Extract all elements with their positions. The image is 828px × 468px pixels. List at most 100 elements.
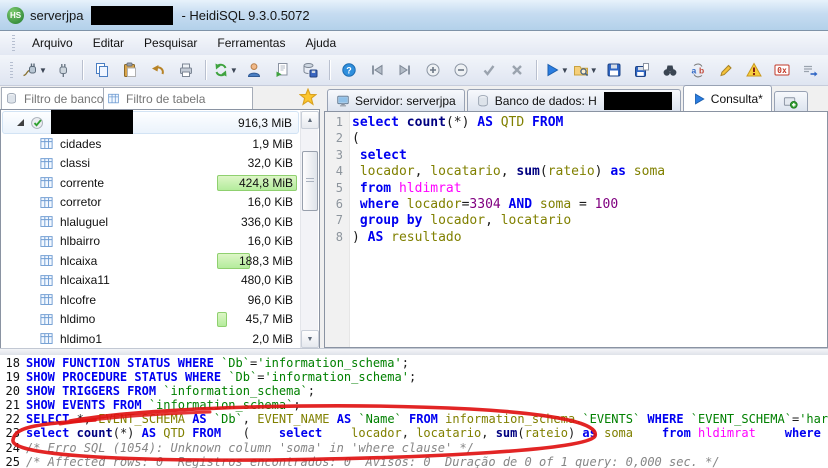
load-sql-file-button[interactable]: ▼	[572, 58, 599, 82]
table-size: 2,0 MiB	[252, 332, 293, 346]
toolbar-separator	[205, 60, 206, 80]
connected-database-icon	[30, 115, 45, 130]
help-button[interactable]	[336, 58, 362, 82]
menu-pesquisar[interactable]: Pesquisar	[134, 33, 207, 53]
tree-scrollbar[interactable]: ▲ ▼	[300, 111, 318, 348]
code-line-2: 2(	[325, 131, 827, 147]
tree-root-database[interactable]: 916,3 MiB	[2, 111, 299, 134]
print-icon	[178, 62, 194, 78]
table-icon	[107, 92, 120, 105]
disconnect-icon	[55, 62, 71, 78]
paste-button[interactable]	[117, 58, 143, 82]
run-query-button[interactable]: ▼	[543, 58, 570, 82]
copy-button[interactable]	[89, 58, 115, 82]
tree-row-hlcaixa11[interactable]: hlcaixa11480,0 KiB	[1, 271, 319, 291]
table-size: 96,0 KiB	[248, 293, 293, 307]
discard-button[interactable]	[504, 58, 530, 82]
code-line-3: 3 select	[325, 148, 827, 164]
window-title-suffix: - HeidiSQL 9.3.0.5072	[181, 8, 309, 23]
tree-expand-icon[interactable]	[17, 119, 24, 126]
apply-button[interactable]	[476, 58, 502, 82]
toolbar-grip[interactable]	[10, 62, 13, 78]
menu-arquivo[interactable]: Arquivo	[22, 33, 83, 53]
table-size: 16,0 KiB	[248, 234, 293, 248]
last-row-button[interactable]	[392, 58, 418, 82]
stop-on-errors-button[interactable]	[741, 58, 767, 82]
tree-row-hlaluguel[interactable]: hlaluguel336,0 KiB	[1, 212, 319, 232]
table-filter-input[interactable]	[124, 91, 249, 107]
menu-ajuda[interactable]: Ajuda	[295, 33, 346, 53]
scroll-down-icon[interactable]: ▼	[301, 330, 319, 348]
sql-editor[interactable]: 1select count(*) AS QTD FROM2(3 select4 …	[324, 111, 828, 348]
first-row-button[interactable]	[364, 58, 390, 82]
toolbar-separator	[329, 60, 330, 80]
toolbar-grip[interactable]	[12, 35, 15, 51]
save-sql-as-button[interactable]	[629, 58, 655, 82]
favorites-star-icon[interactable]	[299, 88, 317, 106]
tab-server[interactable]: Servidor: serverjpa	[327, 89, 465, 111]
discard-icon	[509, 62, 525, 78]
tree-row-hldimo[interactable]: hldimo45,7 MiB	[1, 310, 319, 330]
table-size: 336,0 KiB	[241, 215, 293, 229]
query-play-icon	[692, 92, 706, 106]
session-manager-button[interactable]: ▼	[21, 58, 48, 82]
size-bar	[217, 312, 227, 328]
tree-row-corrente[interactable]: corrente424,8 MiB	[1, 173, 319, 193]
replace-button[interactable]	[685, 58, 711, 82]
find-button[interactable]	[657, 58, 683, 82]
remove-row-icon	[453, 62, 469, 78]
format-sql-button[interactable]	[713, 58, 739, 82]
tree-row-hlcaixa[interactable]: hlcaixa188,3 MiB	[1, 251, 319, 271]
undo-button[interactable]	[145, 58, 171, 82]
scroll-up-icon[interactable]: ▲	[301, 111, 319, 129]
undo-icon	[150, 62, 166, 78]
tree-row-hldimo1[interactable]: hldimo12,0 MiB	[1, 329, 319, 349]
tree-row-cidades[interactable]: cidades1,9 MiB	[1, 134, 319, 154]
table-icon	[39, 214, 54, 229]
table-name: corrente	[60, 176, 104, 190]
table-name: classi	[60, 156, 90, 170]
menu-editar[interactable]: Editar	[83, 33, 134, 53]
disconnect-button[interactable]	[50, 58, 76, 82]
refresh-button[interactable]: ▼	[212, 58, 239, 82]
tab-database[interactable]: Banco de dados: H	[467, 89, 681, 111]
database-filter-input[interactable]	[22, 91, 105, 107]
print-button[interactable]	[173, 58, 199, 82]
find-icon	[662, 62, 678, 78]
table-size: 188,3 MiB	[239, 254, 293, 268]
binary-as-hex-button[interactable]	[769, 58, 795, 82]
tree-row-classi[interactable]: classi32,0 KiB	[1, 154, 319, 174]
table-icon	[39, 312, 54, 327]
export-database-button[interactable]	[269, 58, 295, 82]
query-panel: Servidor: serverjpa Banco de dados: H Co…	[324, 86, 828, 348]
tab-server-label: Servidor: serverjpa	[355, 94, 456, 108]
copy-icon	[94, 62, 110, 78]
load-sql-file-icon	[573, 62, 589, 78]
user-manager-button[interactable]	[241, 58, 267, 82]
tree-row-corretor[interactable]: corretor16,0 KiB	[1, 193, 319, 213]
tree-row-hlbairro[interactable]: hlbairro16,0 KiB	[1, 232, 319, 252]
code-line-1: 1select count(*) AS QTD FROM	[325, 115, 827, 131]
sql-log-panel[interactable]: 18SHOW FUNCTION STATUS WHERE `Db`='infor…	[0, 355, 828, 468]
dropdown-arrow-icon[interactable]: ▼	[590, 66, 598, 75]
remove-row-button[interactable]	[448, 58, 474, 82]
table-size: 480,0 KiB	[241, 273, 293, 287]
save-to-database-button[interactable]	[297, 58, 323, 82]
dropdown-arrow-icon[interactable]: ▼	[39, 66, 47, 75]
table-name: hldimo	[60, 312, 95, 326]
add-row-icon	[425, 62, 441, 78]
tab-query[interactable]: Consulta*	[683, 85, 772, 111]
new-query-tab-button[interactable]	[774, 91, 808, 111]
tree-row-hlcofre[interactable]: hlcofre96,0 KiB	[1, 290, 319, 310]
table-icon	[39, 156, 54, 171]
dropdown-arrow-icon[interactable]: ▼	[230, 66, 238, 75]
title-bar[interactable]: HS serverjpa - HeidiSQL 9.3.0.5072	[0, 0, 828, 31]
new-tab-icon	[783, 94, 798, 109]
reformat-button[interactable]	[797, 58, 823, 82]
save-sql-button[interactable]	[601, 58, 627, 82]
scrollbar-thumb[interactable]	[302, 151, 318, 211]
add-row-button[interactable]	[420, 58, 446, 82]
menu-ferramentas[interactable]: Ferramentas	[207, 33, 295, 53]
dropdown-arrow-icon[interactable]: ▼	[561, 66, 569, 75]
binary-as-hex-icon	[774, 62, 790, 78]
